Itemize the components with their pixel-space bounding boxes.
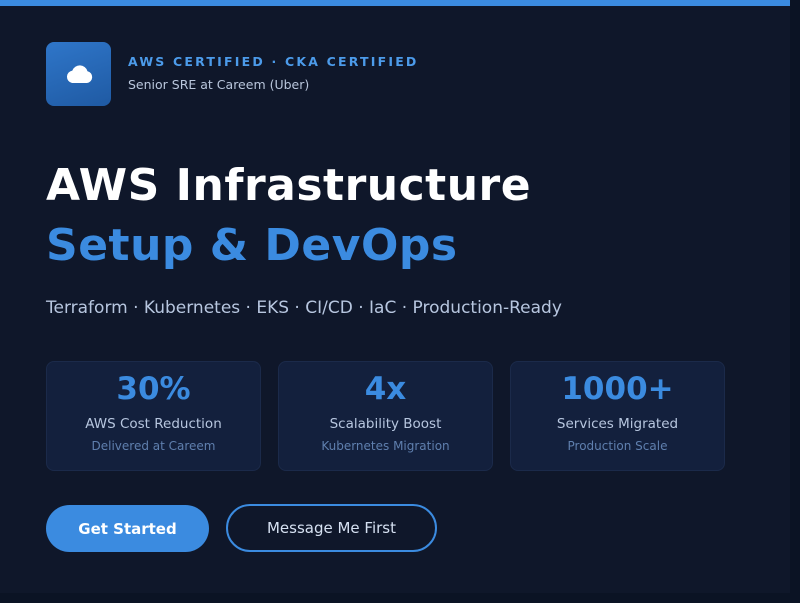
stat-subtext: Production Scale [567,439,668,453]
tech-stack-subtitle: Terraform · Kubernetes · EKS · CI/CD · I… [46,298,562,318]
title-line-1: AWS Infrastructure [46,160,532,211]
get-started-button[interactable]: Get Started [46,505,209,552]
stat-label: AWS Cost Reduction [85,416,222,432]
header-text: AWS CERTIFIED · CKA CERTIFIED Senior SRE… [128,54,419,92]
stat-value: 30% [116,371,191,407]
stat-card-services-migrated: 1000+ Services Migrated Production Scale [510,361,725,471]
stat-subtext: Kubernetes Migration [321,439,450,453]
cloud-icon [66,65,92,83]
stat-label: Services Migrated [556,416,679,432]
logo-badge [46,42,111,106]
service-card: AWS CERTIFIED · CKA CERTIFIED Senior SRE… [0,0,790,593]
profile-header: AWS CERTIFIED · CKA CERTIFIED Senior SRE… [46,42,419,106]
stat-value: 4x [364,371,407,407]
certifications-label: AWS CERTIFIED · CKA CERTIFIED [128,54,419,69]
stat-label: Scalability Boost [329,416,442,432]
stat-card-cost-reduction: 30% AWS Cost Reduction Delivered at Care… [46,361,261,471]
stat-value: 1000+ [561,371,674,407]
message-me-first-button[interactable]: Message Me First [226,504,437,552]
stats-row: 30% AWS Cost Reduction Delivered at Care… [46,361,725,471]
stat-subtext: Delivered at Careem [91,439,216,453]
role-label: Senior SRE at Careem (Uber) [128,77,310,92]
stat-card-scalability: 4x Scalability Boost Kubernetes Migratio… [278,361,493,471]
title-line-2: Setup & DevOps [46,220,458,271]
